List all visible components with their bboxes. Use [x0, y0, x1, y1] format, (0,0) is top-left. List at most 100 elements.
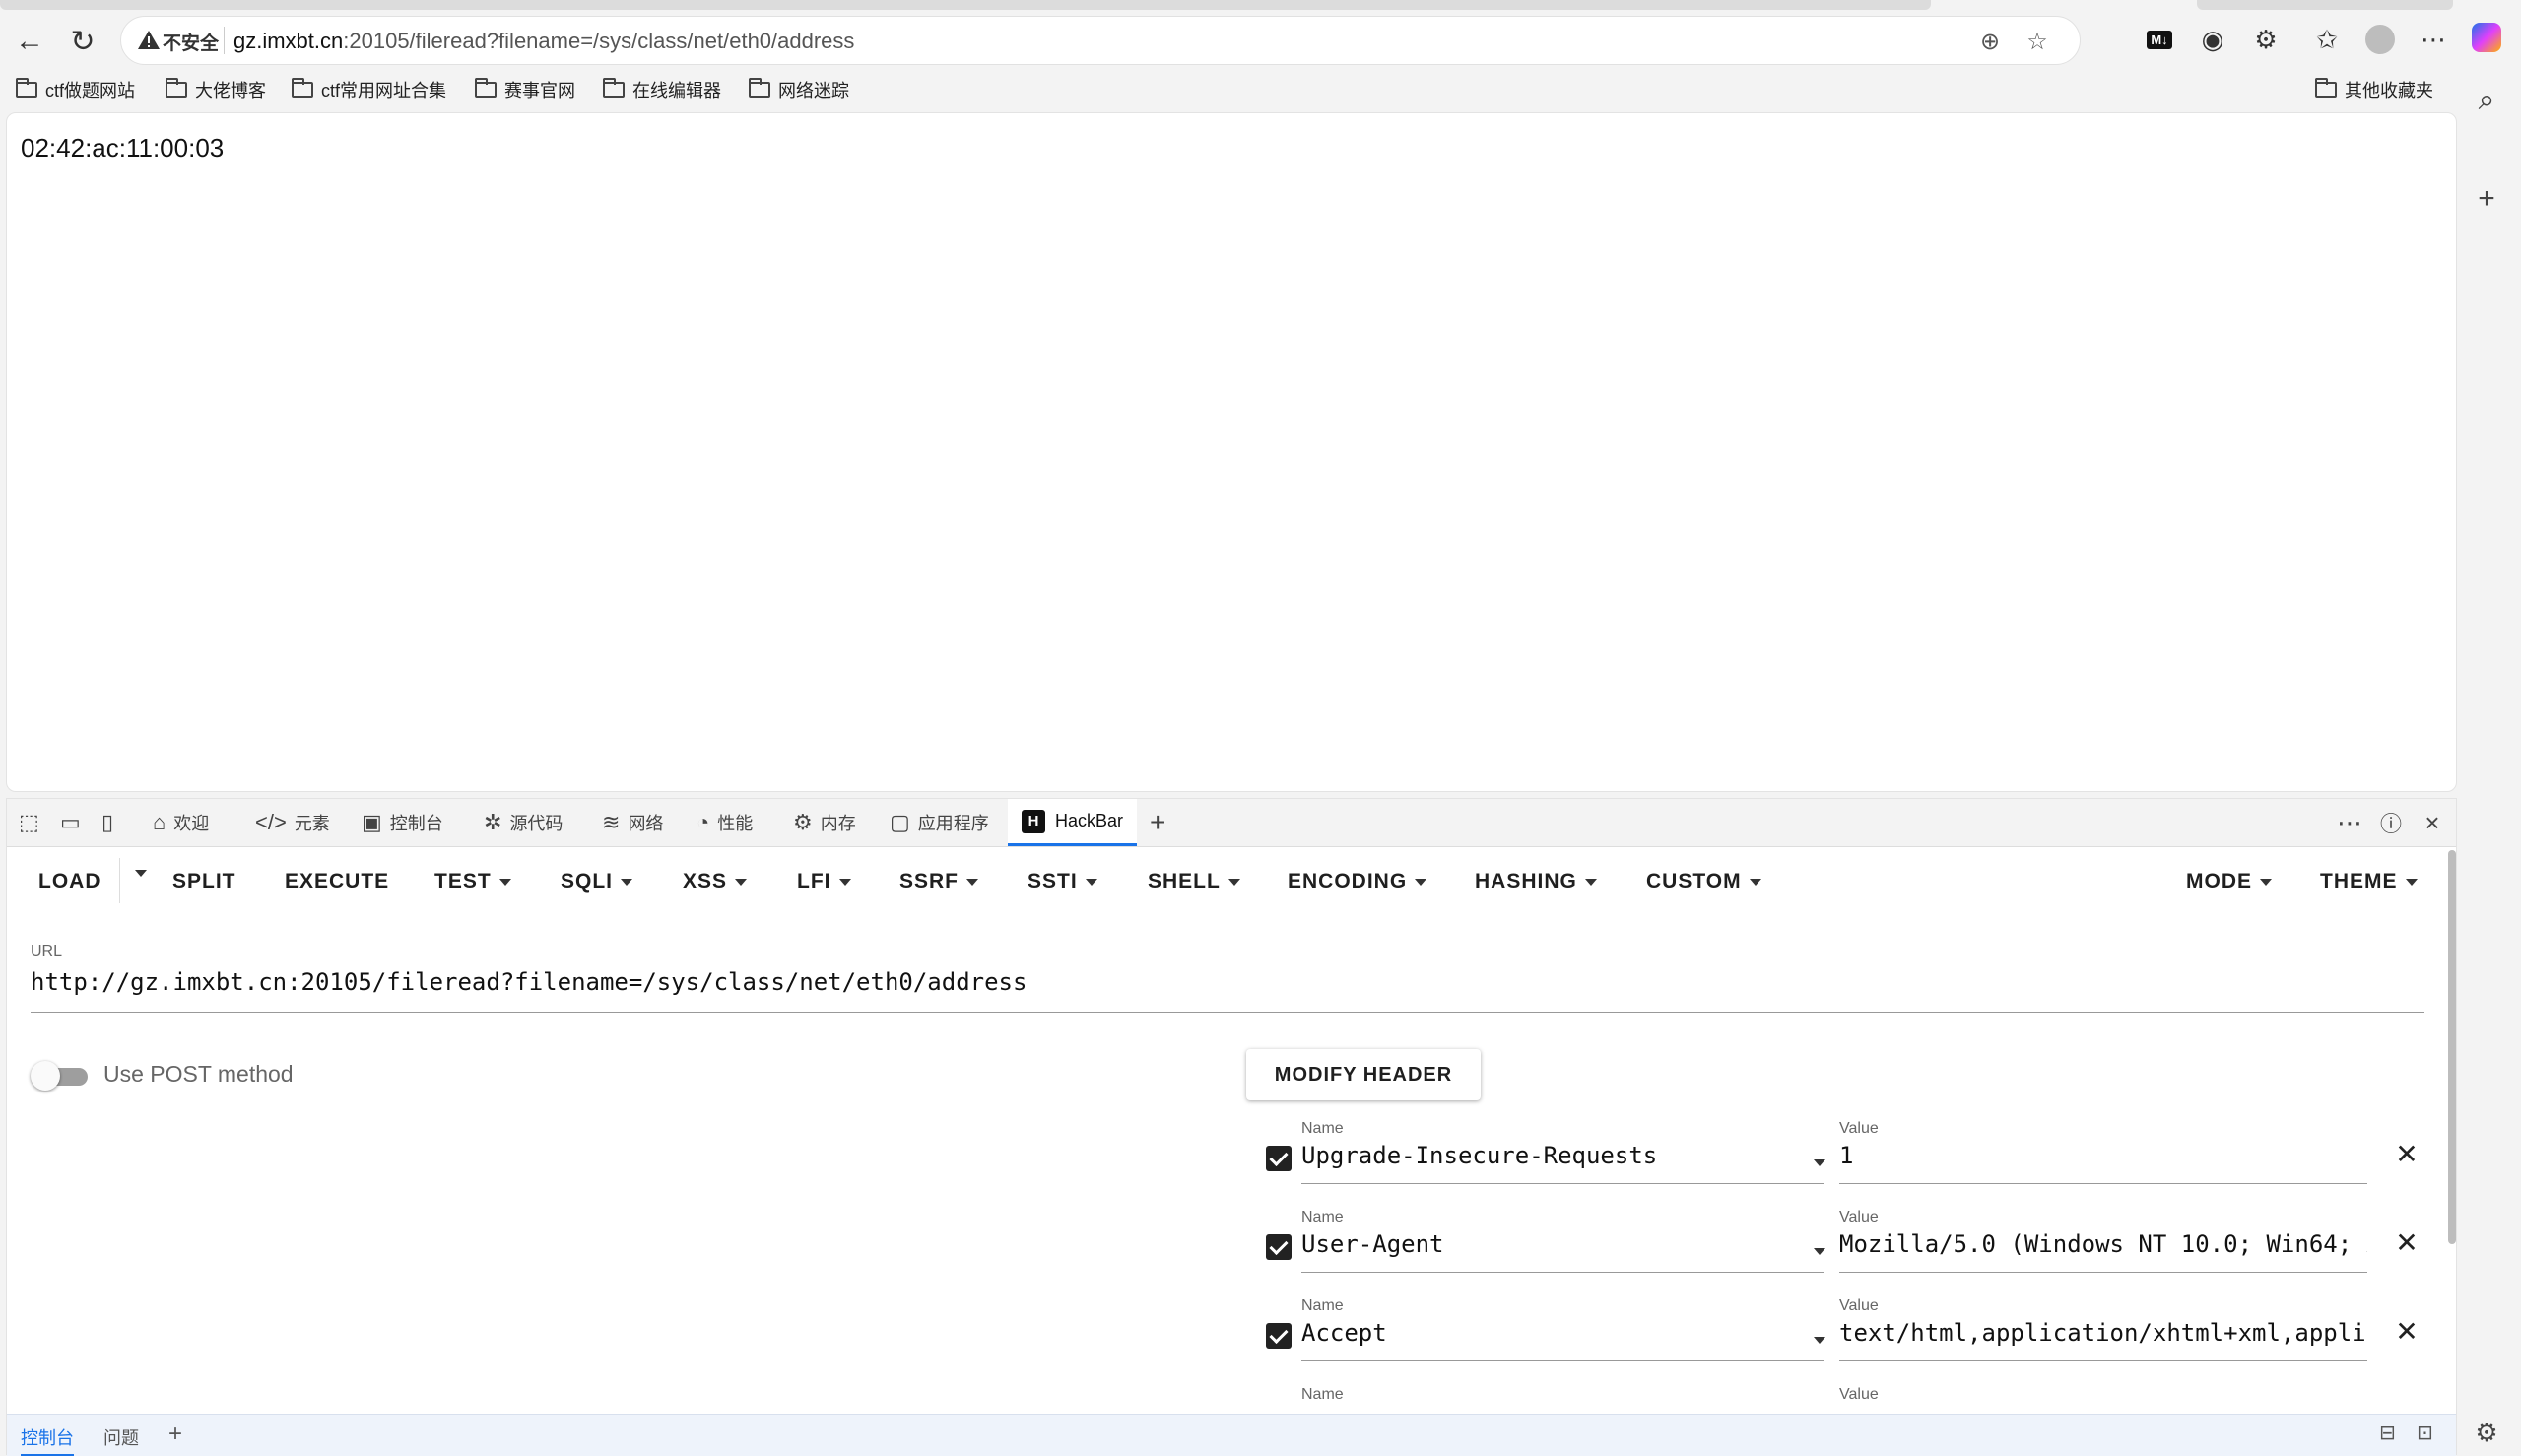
- help-icon[interactable]: ⓘ: [2371, 803, 2411, 842]
- record-extension-icon[interactable]: ◉: [2191, 18, 2234, 61]
- header-name-label: Name: [1301, 1120, 1344, 1137]
- encoding-menu[interactable]: ENCODING: [1288, 870, 1427, 893]
- sqli-menu[interactable]: SQLI: [561, 870, 633, 893]
- execute-button[interactable]: EXECUTE: [285, 870, 389, 893]
- remove-header-icon[interactable]: ✕: [2389, 1136, 2424, 1171]
- bookmark-folder[interactable]: 在线编辑器: [603, 77, 721, 102]
- folder-icon: [2315, 78, 2337, 98]
- address-text[interactable]: gz.imxbt.cn:20105/fileread?filename=/sys…: [233, 29, 854, 54]
- tab-welcome[interactable]: ⌂ 欢迎: [153, 799, 209, 846]
- header-value-input[interactable]: text/html,application/xhtml+xml,applicat…: [1839, 1319, 2367, 1361]
- xss-menu[interactable]: XSS: [683, 870, 748, 893]
- insecure-label[interactable]: 不安全: [163, 29, 219, 55]
- address-bar[interactable]: 不安全 gz.imxbt.cn:20105/fileread?filename=…: [120, 16, 2081, 65]
- drawer-tab-console[interactable]: 控制台: [21, 1424, 74, 1456]
- bookmark-folder[interactable]: ctf做题网站: [16, 77, 135, 102]
- back-arrow-icon: ←: [15, 25, 44, 57]
- add-drawer-tab-icon[interactable]: +: [168, 1421, 182, 1448]
- folder-icon: [292, 78, 313, 98]
- mode-menu[interactable]: MODE: [2186, 870, 2272, 893]
- load-dropdown-button[interactable]: [127, 870, 147, 877]
- device-emulation-icon[interactable]: ▭: [60, 799, 89, 846]
- extensions-puzzle-icon[interactable]: ⚙: [2244, 18, 2288, 61]
- hashing-menu[interactable]: HASHING: [1475, 870, 1597, 893]
- header-name-input[interactable]: Upgrade-Insecure-Requests: [1301, 1142, 1824, 1184]
- theme-menu[interactable]: THEME: [2320, 870, 2418, 893]
- add-tab-icon[interactable]: +: [1150, 799, 1165, 846]
- tab-label: 元素: [294, 814, 330, 833]
- header-enabled-checkbox[interactable]: [1266, 1323, 1292, 1349]
- dock-drawer-icon[interactable]: ⊟: [2379, 1421, 2396, 1445]
- bookmark-label: 在线编辑器: [632, 81, 721, 100]
- header-name-input[interactable]: Accept: [1301, 1319, 1824, 1361]
- tab-elements[interactable]: </> 元素: [255, 799, 330, 846]
- caret-down-icon[interactable]: [1814, 1337, 1825, 1344]
- favorites-icon[interactable]: ✩: [2305, 18, 2349, 61]
- header-name-label: Name: [1301, 1386, 1344, 1403]
- header-row: Name User-Agent Value Mozilla/5.0 (Windo…: [1258, 1209, 2430, 1297]
- back-button[interactable]: ←: [8, 20, 51, 63]
- expand-drawer-icon[interactable]: ⊡: [2417, 1421, 2433, 1445]
- tab-sources[interactable]: ✲ 源代码: [484, 799, 563, 846]
- load-button[interactable]: LOAD: [38, 870, 101, 893]
- browser-tab[interactable]: [0, 0, 1931, 10]
- lfi-menu[interactable]: LFI: [797, 870, 851, 893]
- settings-gear-icon[interactable]: ⚙: [2465, 1411, 2508, 1454]
- bookmark-folder[interactable]: 网络迷踪: [749, 77, 849, 102]
- custom-menu[interactable]: CUSTOM: [1646, 870, 1761, 893]
- drawer-tab-issues[interactable]: 问题: [103, 1424, 139, 1450]
- shell-menu[interactable]: SHELL: [1148, 870, 1240, 893]
- markdown-extension-icon[interactable]: M↓: [2138, 18, 2181, 61]
- header-name-label: Name: [1301, 1209, 1344, 1225]
- folder-icon: [603, 78, 625, 98]
- button-label: LFI: [797, 870, 831, 893]
- remove-header-icon[interactable]: ✕: [2389, 1313, 2424, 1349]
- search-icon[interactable]: ⌕: [2465, 79, 2508, 122]
- caret-down-icon: [135, 870, 147, 877]
- remove-header-icon[interactable]: ✕: [2389, 1224, 2424, 1260]
- caret-down-icon[interactable]: [1814, 1248, 1825, 1255]
- tab-application[interactable]: ▢ 应用程序: [890, 799, 989, 846]
- tab-performance[interactable]: ◔ 性能: [697, 799, 753, 846]
- toggle-knob: [31, 1061, 60, 1091]
- tab-network[interactable]: ≋ 网络: [602, 799, 663, 846]
- test-menu[interactable]: TEST: [434, 870, 511, 893]
- add-icon[interactable]: +: [2465, 177, 2508, 221]
- favorite-star-icon[interactable]: ☆: [2023, 27, 2052, 56]
- ssrf-menu[interactable]: SSRF: [899, 870, 979, 893]
- url-input[interactable]: http://gz.imxbt.cn:20105/fileread?filena…: [31, 968, 2424, 1013]
- caret-down-icon[interactable]: [1814, 1159, 1825, 1166]
- split-button[interactable]: SPLIT: [172, 870, 236, 893]
- scrollbar[interactable]: [2448, 850, 2456, 1244]
- header-value-input[interactable]: 1: [1839, 1142, 2367, 1184]
- more-menu-icon[interactable]: ⋯: [2412, 18, 2455, 61]
- zoom-icon[interactable]: ⊕: [1975, 27, 2005, 56]
- bookmark-folder[interactable]: ctf常用网址合集: [292, 77, 446, 102]
- reload-button[interactable]: ↻: [61, 20, 104, 63]
- header-enabled-checkbox[interactable]: [1266, 1146, 1292, 1171]
- folder-icon: [166, 78, 187, 98]
- header-value-label: Value: [1839, 1297, 1879, 1314]
- modify-header-button[interactable]: MODIFY HEADER: [1246, 1049, 1481, 1100]
- bookmark-folder[interactable]: 大佬博客: [166, 77, 266, 102]
- tab-label: 欢迎: [173, 814, 210, 833]
- inspect-icon[interactable]: ⬚: [19, 799, 47, 846]
- copilot-icon[interactable]: [2465, 16, 2508, 59]
- more-options-icon[interactable]: ⋯: [2330, 803, 2369, 842]
- tab-hackbar[interactable]: H HackBar: [1008, 799, 1138, 846]
- browser-tab[interactable]: [2197, 0, 2453, 10]
- dock-icon[interactable]: ▯: [101, 799, 121, 846]
- extension-badge: M↓: [2147, 30, 2172, 49]
- ssti-menu[interactable]: SSTI: [1028, 870, 1097, 893]
- header-value-input[interactable]: Mozilla/5.0 (Windows NT 10.0; Win64; x64…: [1839, 1230, 2367, 1273]
- tab-console[interactable]: ▣ 控制台: [362, 799, 443, 846]
- tab-memory[interactable]: ⚙ 内存: [793, 799, 856, 846]
- page-viewport: 02:42:ac:11:00:03: [6, 112, 2457, 792]
- profile-avatar-icon[interactable]: [2358, 18, 2402, 61]
- bookmark-folder[interactable]: 赛事官网: [475, 77, 575, 102]
- post-method-toggle[interactable]: [31, 1059, 88, 1092]
- header-enabled-checkbox[interactable]: [1266, 1234, 1292, 1260]
- other-bookmarks-folder[interactable]: 其他收藏夹: [2315, 77, 2433, 102]
- header-name-input[interactable]: User-Agent: [1301, 1230, 1824, 1273]
- close-devtools-icon[interactable]: ×: [2413, 803, 2452, 842]
